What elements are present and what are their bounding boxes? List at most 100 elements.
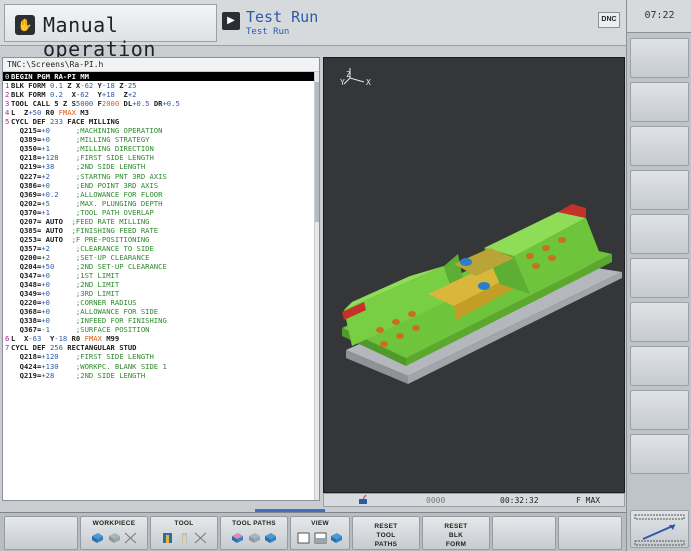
softkey-tool[interactable]: TOOL <box>150 516 218 550</box>
line-text: CYCL DEF 233 FACE MILLING <box>11 117 120 127</box>
line-text: Q349=+0 ;3RD LIMIT <box>11 289 120 299</box>
simulation-status-bar: 0000 00:32:32 F MAX <box>323 493 625 507</box>
line-text: Q215=+0 ;MACHINING OPERATION <box>11 126 163 136</box>
axis-label-z: Z <box>346 70 351 79</box>
simulation-speed: 0000 <box>426 496 446 505</box>
programming-mode-subtitle: Test Run <box>246 27 290 37</box>
vertical-softkey-7[interactable] <box>630 302 689 342</box>
line-text: Q368=+0 ;ALLOWANCE FOR SIDE <box>11 307 159 317</box>
program-line[interactable]: Q215=+0 ;MACHINING OPERATION <box>3 126 319 135</box>
simulation-graphics[interactable]: Z Y X <box>323 57 625 493</box>
program-line[interactable]: Q385= AUTO ;FINISHING FEED RATE <box>3 226 319 235</box>
softkey-workpiece-label: WORKPIECE <box>92 520 136 527</box>
vertical-softkey-9[interactable] <box>630 390 689 430</box>
header-bar: ✋ Manual operation ▶ Test Run Test Run D… <box>0 0 626 61</box>
line-text: Q348=+0 ;2ND LIMIT <box>11 280 120 290</box>
program-line[interactable]: Q367=-1 ;SURFACE POSITION <box>3 325 319 334</box>
line-text: Q220=+0 ;CORNER RADIUS <box>11 298 137 308</box>
program-path: TNC:\Screens\Ra-PI.h <box>3 58 319 72</box>
program-line[interactable]: 2 BLK FORM 0.2 X-62 Y+18 Z+2 <box>3 90 319 99</box>
program-line[interactable]: Q227=+2 ;STARTNG PNT 3RD AXIS <box>3 172 319 181</box>
feed-override-icon <box>634 514 685 546</box>
line-text: Q370=+1 ;TOOL PATH OVERLAP <box>11 207 154 217</box>
vertical-softkey-10[interactable] <box>630 434 689 474</box>
vertical-softkey-2[interactable] <box>630 82 689 122</box>
view-plan-icon <box>297 532 310 544</box>
line-number: 6 <box>5 334 10 344</box>
program-line[interactable]: 5 CYCL DEF 233 FACE MILLING <box>3 117 319 126</box>
softkey-view[interactable]: VIEW <box>290 516 350 550</box>
softkey-empty-2[interactable] <box>492 516 556 550</box>
program-line[interactable]: Q424=+130 ;WORKPC. BLANK SIDE 1 <box>3 362 319 371</box>
program-line[interactable]: 4L Z+50 R0 FMAX M3 <box>3 108 319 117</box>
view-side-icon <box>314 532 327 544</box>
program-line[interactable]: Q219=+38 ;2ND SIDE LENGTH <box>3 162 319 171</box>
line-text: BEGIN PGM RA-PI MM <box>11 72 89 81</box>
operating-mode-title: Manual operation <box>43 13 156 61</box>
view-mode-icon <box>358 494 368 507</box>
program-line[interactable]: Q204=+50 ;2ND SET-UP CLEARANCE <box>3 262 319 271</box>
line-text: Q357=+2 ;CLEARANCE TO SIDE <box>11 243 154 253</box>
test-run-icon: ▶ <box>222 12 240 30</box>
softkey-view-label: VIEW <box>311 520 329 527</box>
program-line[interactable]: Q370=+1 ;TOOL PATH OVERLAP <box>3 208 319 217</box>
programming-mode-title[interactable]: Test Run <box>246 8 318 26</box>
program-line[interactable]: Q218=+120 ;FIRST SIDE LENGTH <box>3 352 319 361</box>
program-line[interactable]: Q350=+1 ;MILLING DIRECTION <box>3 144 319 153</box>
vertical-softkey-3[interactable] <box>630 126 689 166</box>
vertical-softkey-5[interactable] <box>630 214 689 254</box>
clock-display: 07:22 <box>627 0 691 33</box>
softkey-empty-1[interactable] <box>4 516 78 550</box>
softkey-workpiece[interactable]: WORKPIECE <box>80 516 148 550</box>
vertical-softkey-speed[interactable] <box>630 510 689 548</box>
program-line[interactable]: Q347=+0 ;1ST LIMIT <box>3 271 319 280</box>
operating-mode-box[interactable]: ✋ Manual operation <box>4 4 217 61</box>
line-text: Q200=+2 ;SET-UP CLEARANCE <box>11 252 150 262</box>
program-lines[interactable]: 0 BEGIN PGM RA-PI MM 1 BLK FORM 0.1 Z X-62 … <box>3 72 319 380</box>
program-line[interactable]: Q349=+0 ;3RD LIMIT <box>3 289 319 298</box>
scrollbar-thumb[interactable] <box>315 82 319 222</box>
dnc-indicator: DNC <box>598 12 620 28</box>
program-line[interactable]: 7 CYCL DEF 256 RECTANGULAR STUD <box>3 343 319 352</box>
line-text: BLK FORM 0.2 X-62 Y+18 Z+2 <box>11 90 137 100</box>
line-text: Q218=+128 ;FIRST SIDE LENGTH <box>11 153 154 163</box>
program-line[interactable]: Q207= AUTO ;FEED RATE MILLING <box>3 217 319 226</box>
program-line[interactable]: 6L X-63 Y-18 R0 FMAX M99 <box>3 334 319 343</box>
line-text: Q253= AUTO ;F PRE-POSITIONING <box>11 234 150 244</box>
line-text: Q218=+120 ;FIRST SIDE LENGTH <box>11 352 154 362</box>
line-text: Q219=+28 ;2ND SIDE LENGTH <box>11 370 146 380</box>
softkey-bar: WORKPIECE TOOL TOOL PATHS VIEW RESET TOO… <box>0 512 626 551</box>
softkey-reset-tool-paths-label: RESET TOOL PATHS <box>374 523 398 548</box>
softkey-tool-paths[interactable]: TOOL PATHS <box>220 516 288 550</box>
program-line[interactable]: Q218=+128 ;FIRST SIDE LENGTH <box>3 153 319 162</box>
program-line[interactable]: 3 TOOL CALL 5 Z S5000 F2000 DL+0.5 DR+0.5 <box>3 99 319 108</box>
program-line[interactable]: Q348=+0 ;2ND LIMIT <box>3 280 319 289</box>
program-line[interactable]: Q368=+0 ;ALLOWANCE FOR SIDE <box>3 307 319 316</box>
program-line[interactable]: Q369=+0.2 ;ALLOWANCE FOR FLOOR <box>3 190 319 199</box>
softkey-reset-tool-paths[interactable]: RESET TOOL PATHS <box>352 516 420 550</box>
vertical-softkey-4[interactable] <box>630 170 689 210</box>
vertical-softkey-6[interactable] <box>630 258 689 298</box>
tool-paths-icon-1 <box>231 532 244 544</box>
vertical-softkey-1[interactable] <box>630 38 689 78</box>
program-line[interactable]: Q357=+2 ;CLEARANCE TO SIDE <box>3 244 319 253</box>
program-listing[interactable]: TNC:\Screens\Ra-PI.h 0 BEGIN PGM RA-PI MM… <box>2 57 320 501</box>
program-line[interactable]: Q389=+0 ;MILLING STRATEGY <box>3 135 319 144</box>
program-line[interactable]: Q220=+0 ;CORNER RADIUS <box>3 298 319 307</box>
softkey-reset-blk-form[interactable]: RESET BLK FORM <box>422 516 490 550</box>
program-line[interactable]: 1 BLK FORM 0.1 Z X-62 Y-18 Z-25 <box>3 81 319 90</box>
program-line[interactable]: Q338=+0 ;INFEED FOR FINISHING <box>3 316 319 325</box>
program-line[interactable]: Q200=+2 ;SET-UP CLEARANCE <box>3 253 319 262</box>
line-text: Q386=+0 ;END POINT 3RD AXIS <box>11 180 159 190</box>
program-line[interactable]: Q253= AUTO ;F PRE-POSITIONING <box>3 235 319 244</box>
program-line[interactable]: Q202=+5 ;MAX. PLUNGING DEPTH <box>3 199 319 208</box>
tool-hidden-icon <box>194 532 207 544</box>
program-line[interactable]: 0 BEGIN PGM RA-PI MM <box>3 72 319 82</box>
softkey-empty-3[interactable] <box>558 516 622 550</box>
vertical-softkey-8[interactable] <box>630 346 689 386</box>
program-line[interactable]: Q219=+28 ;2ND SIDE LENGTH <box>3 371 319 380</box>
program-line[interactable]: Q386=+0 ;END POINT 3RD AXIS <box>3 181 319 190</box>
line-text: Q350=+1 ;MILLING DIRECTION <box>11 144 154 154</box>
line-text: Q424=+130 ;WORKPC. BLANK SIDE 1 <box>11 361 167 371</box>
program-scrollbar[interactable] <box>314 72 319 500</box>
